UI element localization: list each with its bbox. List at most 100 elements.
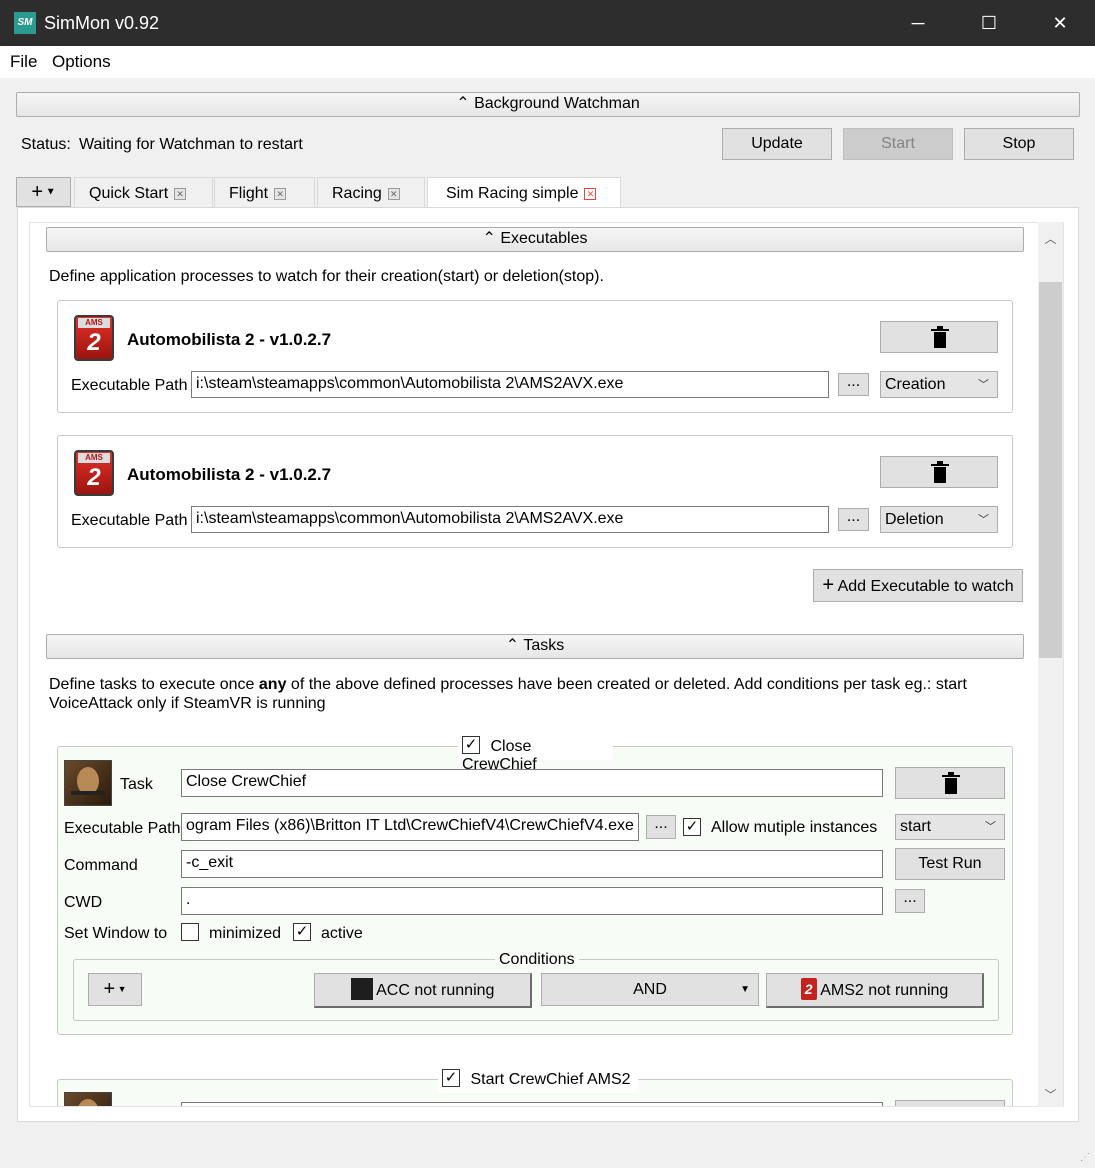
task-title-legend: ✓ Start CrewChief AMS2 — [438, 1069, 638, 1093]
plus-icon: + — [31, 181, 43, 203]
cwd-input[interactable]: . — [181, 887, 883, 915]
app-icon: SM — [14, 12, 36, 34]
task-path-input[interactable]: ogram Files (x86)\Britton IT Ltd\CrewChi… — [181, 813, 639, 841]
task-mode-value: start — [900, 818, 932, 835]
condition-left-label: ACC not running — [376, 982, 495, 999]
menu-bar — [0, 46, 1095, 78]
maximize-button[interactable]: ☐ — [966, 0, 1012, 46]
executable-path-label: Executable Path — [71, 512, 188, 529]
condition-right-button[interactable]: 2 AMS2 not running — [766, 973, 984, 1008]
dropdown-arrow-icon: ▼ — [115, 984, 127, 995]
active-checkbox[interactable]: ✓ — [293, 923, 311, 941]
set-window-label: Set Window to — [64, 925, 168, 942]
chevron-down-icon: ﹀ — [978, 514, 989, 526]
tab-label: Racing — [332, 185, 382, 202]
watchman-collapse-button[interactable]: ⌃ Background Watchman — [16, 92, 1080, 117]
crewchief-icon — [64, 1092, 112, 1106]
plus-icon: + — [822, 574, 834, 596]
acc-icon — [350, 977, 373, 1000]
condition-left-button[interactable]: ACC not running — [314, 973, 532, 1008]
executable-name: Automobilista 2 - v1.0.2.7 — [127, 465, 332, 484]
task-title: Start CrewChief AMS2 — [470, 1071, 631, 1089]
allow-multiple-checkbox[interactable]: ✓ — [683, 818, 701, 836]
close-button[interactable]: ✕ — [1037, 0, 1083, 46]
tasks-collapse-button[interactable]: ⌃ Tasks — [46, 634, 1024, 659]
active-label: active — [321, 925, 363, 942]
resize-grip-icon[interactable]: ⋰ — [1080, 1152, 1092, 1164]
tasks-description: Define tasks to execute once any of the … — [49, 676, 967, 712]
delete-task-button[interactable] — [895, 767, 1005, 799]
task-name-input[interactable] — [181, 1102, 883, 1106]
menu-file[interactable]: File — [10, 52, 37, 72]
window-title: SimMon v0.92 — [44, 13, 160, 33]
title-bar: SM SimMon v0.92 ─ ☐ ✕ — [0, 0, 1095, 46]
minimized-label: minimized — [209, 925, 282, 942]
chevron-down-icon: ﹀ — [985, 821, 996, 833]
executable-path-input[interactable]: i:\steam\steamapps\common\Automobilista … — [191, 506, 829, 533]
condition-operator-select[interactable]: AND ▼ — [541, 973, 759, 1006]
task-title-legend: ✓ Close CrewChief — [458, 736, 613, 773]
plus-icon: + — [103, 978, 116, 1000]
close-tab-icon[interactable]: ✕ — [174, 187, 187, 200]
task-enabled-checkbox[interactable]: ✓ — [462, 736, 480, 754]
add-executable-button[interactable]: + Add Executable to watch — [813, 569, 1023, 602]
browse-button[interactable]: ... — [895, 889, 925, 913]
tab-label: Quick Start — [89, 185, 169, 202]
chevron-down-icon: ﹀ — [978, 379, 989, 391]
stop-button[interactable]: Stop — [964, 128, 1074, 160]
browse-button[interactable]: ... — [838, 373, 869, 396]
status-label: Status: — [21, 136, 71, 153]
dropdown-arrow-icon: ▼ — [740, 984, 750, 995]
task-enabled-checkbox[interactable]: ✓ — [442, 1069, 460, 1087]
test-run-button[interactable]: Test Run — [895, 848, 1005, 880]
update-button[interactable]: Update — [722, 128, 832, 160]
add-executable-label: Add Executable to watch — [837, 578, 1014, 595]
close-tab-icon[interactable]: ✕ — [274, 187, 287, 200]
browse-button[interactable]: ... — [646, 815, 676, 839]
event-select[interactable]: Deletion ﹀ — [880, 506, 998, 533]
task-mode-select[interactable]: start ﹀ — [895, 814, 1005, 840]
watchman-header-label: Background Watchman — [474, 95, 640, 112]
start-button[interactable]: Start — [843, 128, 953, 160]
executable-path-input[interactable]: i:\steam\steamapps\common\Automobilista … — [191, 371, 829, 398]
event-select[interactable]: Creation ﹀ — [880, 371, 998, 398]
add-tab-button[interactable]: + ▼ — [16, 177, 71, 207]
scrollbar-thumb[interactable] — [1039, 282, 1062, 658]
minimized-checkbox[interactable] — [181, 923, 199, 941]
browse-button[interactable]: ... — [838, 508, 869, 531]
tab-sim-racing-simple[interactable]: Sim Racing simple ✕ — [427, 177, 621, 209]
chevron-up-icon: ⌃ — [456, 95, 470, 112]
delete-task-button[interactable] — [895, 1100, 1005, 1106]
tasks-header-label: Tasks — [523, 637, 565, 654]
task-label: Task — [120, 776, 153, 793]
minimize-button[interactable]: ─ — [895, 0, 941, 46]
tab-flight[interactable]: Flight ✕ — [214, 177, 315, 208]
delete-executable-button[interactable] — [880, 456, 998, 488]
chevron-up-icon: ⌃ — [505, 637, 520, 654]
status-value: Waiting for Watchman to restart — [79, 136, 303, 153]
chevron-up-icon: ⌃ — [482, 230, 496, 247]
executables-collapse-button[interactable]: ⌃ Executables — [46, 227, 1024, 252]
trash-icon — [931, 326, 949, 348]
command-label: Command — [64, 857, 138, 874]
tab-label: Flight — [229, 185, 269, 202]
ams2-icon: AMS 2 — [74, 315, 114, 361]
task-card: Task Close CrewChief Executable Path ogr… — [57, 746, 1013, 1035]
menu-options[interactable]: Options — [52, 52, 111, 72]
close-tab-icon[interactable]: ✕ — [387, 187, 400, 200]
scroll-down-icon[interactable]: ﹀ — [1038, 1086, 1063, 1103]
dropdown-arrow-icon: ▼ — [43, 186, 56, 198]
executable-card: AMS 2 Automobilista 2 - v1.0.2.7 Executab… — [57, 435, 1013, 548]
tab-quick-start[interactable]: Quick Start ✕ — [74, 177, 213, 208]
scroll-area: ⌃ Executables Define application process… — [29, 222, 1064, 1107]
ams2-icon: 2 — [800, 977, 817, 1000]
add-condition-button[interactable]: + ▼ — [88, 973, 142, 1006]
delete-executable-button[interactable] — [880, 321, 998, 353]
executables-header-label: Executables — [500, 230, 588, 247]
scroll-up-icon[interactable]: ︿ — [1038, 230, 1063, 247]
executable-card: AMS 2 Automobilista 2 - v1.0.2.7 Executab… — [57, 300, 1013, 413]
close-tab-icon[interactable]: ✕ — [584, 187, 597, 200]
tab-racing[interactable]: Racing ✕ — [317, 177, 425, 208]
trash-icon — [942, 772, 960, 794]
command-input[interactable]: -c_exit — [181, 850, 883, 878]
